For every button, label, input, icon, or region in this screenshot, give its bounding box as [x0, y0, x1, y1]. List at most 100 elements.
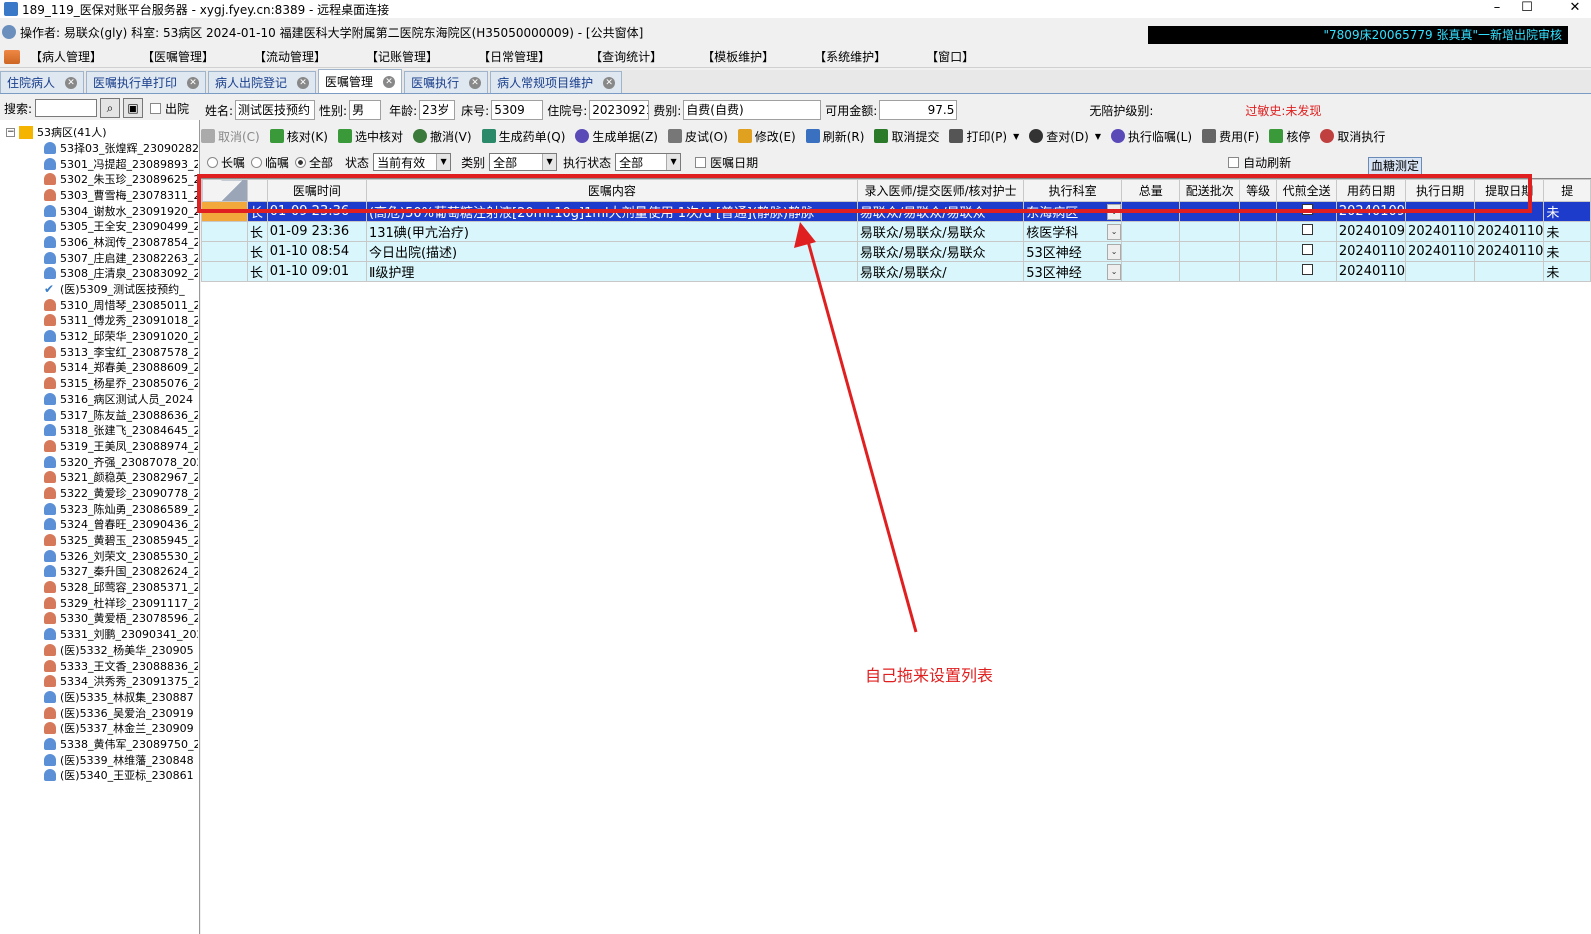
tree-patient-node[interactable]: 5331_刘鹏_23090341_202	[0, 626, 198, 642]
tree-patient-node[interactable]: 5338_黄伟军_23089750_2	[0, 736, 198, 752]
tree-patient-node[interactable]: 5311_傅龙秀_23091018_2	[0, 313, 198, 329]
discharged-checkbox[interactable]	[150, 102, 162, 114]
edit-button[interactable]: 修改(E)	[737, 128, 796, 145]
tree-patient-node[interactable]: 5302_朱玉珍_23089625_2	[0, 171, 198, 187]
verify-stop-button[interactable]: 核停	[1269, 128, 1310, 145]
tree-patient-node[interactable]: 5308_庄清泉_23083092_2	[0, 266, 198, 282]
exec-status-select[interactable]: 全部 ▼	[615, 153, 682, 171]
tree-patient-node[interactable]: 5304_谢敖水_23091920_2	[0, 203, 198, 219]
row-header-cell[interactable]	[201, 261, 248, 282]
cancel-button[interactable]: 取消(C)	[201, 128, 260, 145]
menu-orders[interactable]: 【医嘱管理】	[142, 48, 214, 65]
tab-order-management[interactable]: 医嘱管理 ✕	[318, 69, 403, 93]
tree-patient-node[interactable]: 5325_黄碧玉_23085945_2	[0, 532, 198, 548]
close-icon[interactable]: ✕	[187, 76, 200, 89]
tree-patient-node[interactable]: (医)5332_杨美华_230905	[0, 642, 198, 658]
tab-inpatients[interactable]: 住院病人 ✕	[0, 71, 85, 93]
close-icon[interactable]: ✕	[297, 76, 310, 89]
generate-document-button[interactable]: 生成单据(Z)	[575, 128, 658, 145]
tree-patient-node[interactable]: 5333_王文香_23088836_2	[0, 658, 198, 674]
tree-patient-node[interactable]: (医)5340_王亚标_230861	[0, 768, 198, 784]
tree-patient-node[interactable]: 5328_邱莺容_23085371_2	[0, 579, 198, 595]
tree-patient-node[interactable]: 5307_庄启建_23082263_2	[0, 250, 198, 266]
chevron-down-icon[interactable]: ▼	[542, 154, 557, 170]
cell-exec-dept[interactable]: 53区神经 ⌄	[1023, 261, 1123, 282]
tree-patient-node[interactable]: 5303_曹雪梅_23078311_2	[0, 187, 198, 203]
cancel-submit-button[interactable]: 取消提交	[874, 128, 939, 145]
maximize-button[interactable]: ☐	[1512, 0, 1542, 18]
decoct-checkbox[interactable]	[1302, 244, 1314, 255]
tree-patient-node[interactable]: 53择03_张煌辉_23090282	[0, 140, 198, 156]
chevron-down-icon[interactable]: ▼	[666, 154, 681, 170]
chevron-down-icon[interactable]: ⌄	[1107, 223, 1121, 240]
row-header-cell[interactable]	[201, 241, 248, 262]
tree-patient-node[interactable]: (医)5337_林金兰_230909	[0, 720, 198, 736]
close-icon[interactable]: ✕	[65, 76, 78, 89]
tree-patient-node[interactable]: 5317_陈友益_23088636_2	[0, 407, 198, 423]
decoct-checkbox[interactable]	[1302, 264, 1314, 275]
check-query-button[interactable]: 查对(D) ▼	[1029, 128, 1101, 145]
skin-test-button[interactable]: 皮试(O)	[667, 128, 728, 145]
menu-system[interactable]: 【系统维护】	[814, 48, 886, 65]
tree-patient-node[interactable]: 5320_齐强_23087078_202	[0, 454, 198, 470]
menu-patient[interactable]: 【病人管理】	[30, 48, 102, 65]
menu-flow[interactable]: 【流动管理】	[254, 48, 326, 65]
column-header-extra[interactable]: 提	[1543, 179, 1591, 202]
blood-glucose-button[interactable]: 血糖测定	[1368, 157, 1422, 175]
auto-refresh-checkbox[interactable]	[1228, 156, 1240, 168]
menu-daily[interactable]: 【日常管理】	[478, 48, 550, 65]
order-date-checkbox[interactable]	[695, 156, 707, 168]
fee-button[interactable]: 费用(F)	[1202, 128, 1259, 145]
cell-decoct-deliver[interactable]	[1276, 261, 1337, 282]
row-header-cell[interactable]	[201, 221, 248, 242]
tree-patient-node[interactable]: 5321_颜稳英_23082967_2	[0, 469, 198, 485]
temp-order-radio[interactable]	[251, 156, 263, 168]
tree-patient-node[interactable]: 5305_王全安_23090499_2	[0, 218, 198, 234]
close-icon[interactable]: ✕	[469, 76, 482, 89]
chevron-down-icon[interactable]: ⌄	[1107, 243, 1121, 260]
tree-patient-node[interactable]: 5301_冯提超_23089893_2	[0, 156, 198, 172]
execute-temp-order-button[interactable]: 执行临嘱(L)	[1111, 128, 1192, 145]
tree-patient-node[interactable]: 5330_黄爱梧_23078596_2	[0, 611, 198, 627]
tree-patient-node[interactable]: 5327_秦升国_23082624_2	[0, 564, 198, 580]
tree-patient-node[interactable]: 5312_邱荣华_23091020_2	[0, 328, 198, 344]
tree-patient-node[interactable]: 5306_林润传_23087854_2	[0, 234, 198, 250]
tree-patient-node[interactable]: 5313_李宝红_23087578_2	[0, 344, 198, 360]
close-button[interactable]: ✕	[1560, 0, 1590, 18]
tree-patient-node[interactable]: 5315_杨星乔_23085076_2	[0, 375, 198, 391]
tree-patient-node[interactable]: 5319_王美凤_23088974_2	[0, 438, 198, 454]
search-input[interactable]	[35, 99, 98, 117]
tree-patient-node[interactable]: (医)5335_林叔集_230887	[0, 689, 198, 705]
cell-decoct-deliver[interactable]	[1276, 241, 1337, 262]
tree-patient-node[interactable]: 5316_病区测试人员_2024	[0, 391, 198, 407]
verify-selected-button[interactable]: 选中核对	[337, 128, 403, 145]
tree-patient-node[interactable]: 5318_张建飞_23084645_2	[0, 422, 198, 438]
tree-patient-node[interactable]: (医)5339_林维藩_230848	[0, 752, 198, 768]
app-menu-icon[interactable]	[4, 49, 20, 64]
cell-exec-dept[interactable]: 53区神经 ⌄	[1023, 241, 1123, 262]
menu-billing[interactable]: 【记账管理】	[366, 48, 438, 65]
tab-order-execution[interactable]: 医嘱执行 ✕	[404, 71, 489, 93]
tree-root[interactable]: − 53病区(41人)	[0, 124, 198, 140]
menu-query[interactable]: 【查询统计】	[590, 48, 662, 65]
cancel-execution-button[interactable]: 取消执行	[1320, 128, 1385, 145]
menu-window[interactable]: 【窗口】	[926, 48, 974, 65]
tab-routine-items[interactable]: 病人常规项目维护 ✕	[490, 71, 623, 93]
minimize-button[interactable]: –	[1482, 0, 1512, 18]
close-icon[interactable]: ✕	[383, 75, 396, 88]
generate-drug-list-button[interactable]: 生成药单(Q)	[481, 128, 565, 145]
chevron-down-icon[interactable]: ⌄	[1107, 263, 1121, 280]
search-icon[interactable]: ⌕	[100, 98, 121, 118]
menu-template[interactable]: 【模板维护】	[702, 48, 774, 65]
cell-decoct-deliver[interactable]	[1276, 221, 1337, 242]
verify-button[interactable]: 核对(K)	[269, 128, 328, 145]
status-select[interactable]: 当前有效 ▼	[373, 153, 452, 171]
tree-patient-node[interactable]: 5314_郑春美_23088609_2	[0, 360, 198, 376]
close-icon[interactable]: ✕	[603, 76, 616, 89]
long-order-radio[interactable]	[207, 156, 218, 168]
cell-exec-dept[interactable]: 核医学科 ⌄	[1023, 221, 1123, 242]
tree-patient-node[interactable]: 5323_陈灿勇_23086589_2	[0, 501, 198, 517]
tab-order-print[interactable]: 医嘱执行单打印 ✕	[86, 71, 207, 93]
tree-patient-node[interactable]: 5310_周惜琴_23085011_2	[0, 297, 198, 313]
revoke-button[interactable]: 撤消(V)	[413, 128, 472, 145]
